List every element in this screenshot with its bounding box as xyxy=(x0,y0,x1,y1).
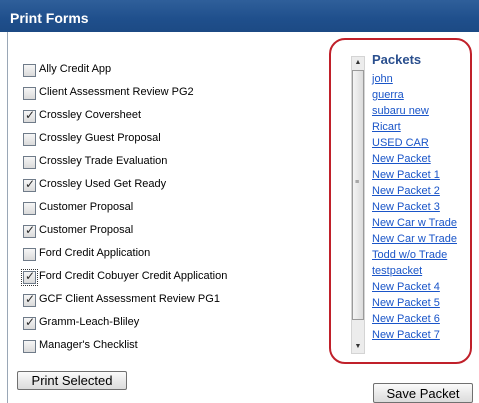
packets-list: john guerra subaru new Ricart USED CAR New Pa… xyxy=(372,69,457,341)
form-label[interactable]: Customer Proposal xyxy=(39,201,133,213)
save-packet-button[interactable]: Save Packet xyxy=(373,383,473,403)
packet-list-item: New Packet 4 xyxy=(372,277,457,293)
form-label[interactable]: Customer Proposal xyxy=(39,224,133,236)
form-checkbox[interactable]: ✓ xyxy=(21,269,38,286)
print-selected-button[interactable]: Print Selected xyxy=(17,371,127,390)
packet-link[interactable]: guerra xyxy=(372,89,404,101)
form-checkbox[interactable]: ✓ xyxy=(23,177,36,192)
packet-link[interactable]: New Packet 2 xyxy=(372,185,440,197)
packet-list-item: New Packet xyxy=(372,149,457,165)
packet-list-item: New Packet 7 xyxy=(372,325,457,341)
packet-link[interactable]: New Packet 3 xyxy=(372,201,440,213)
form-checkbox[interactable]: ✓ xyxy=(23,202,36,215)
packet-link[interactable]: New Packet 6 xyxy=(372,313,440,325)
packet-link[interactable]: New Packet 7 xyxy=(372,329,440,341)
packet-link[interactable]: john xyxy=(372,73,393,85)
packet-link[interactable]: New Packet 1 xyxy=(372,169,440,181)
checkmark-icon: ✓ xyxy=(25,269,36,283)
scroll-down-arrow-icon[interactable]: ▼ xyxy=(352,341,364,353)
form-label[interactable]: Crossley Used Get Ready xyxy=(39,178,166,190)
form-checkbox[interactable]: ✓ xyxy=(23,292,36,307)
packet-link[interactable]: New Packet 5 xyxy=(372,297,440,309)
form-label[interactable]: Ford Credit Cobuyer Credit Application xyxy=(39,270,227,282)
form-checkbox[interactable]: ✓ xyxy=(23,156,36,169)
packet-list-item: Todd w/o Trade xyxy=(372,245,457,261)
form-checkbox[interactable]: ✓ xyxy=(23,248,36,261)
packet-list-item: Ricart xyxy=(372,117,457,133)
form-label[interactable]: Ford Credit Application xyxy=(39,247,150,259)
packets-scrollbar[interactable]: ▲ ≡ ▼ xyxy=(351,56,365,354)
checkmark-icon: ✓ xyxy=(25,108,36,122)
packet-link[interactable]: New Packet xyxy=(372,153,431,165)
packet-list-item: New Car w Trade xyxy=(372,213,457,229)
form-checkbox[interactable]: ✓ xyxy=(23,315,36,330)
packet-list-item: New Packet 5 xyxy=(372,293,457,309)
packet-list-item: New Packet 2 xyxy=(372,181,457,197)
packet-list-item: guerra xyxy=(372,85,457,101)
window-title: Print Forms xyxy=(10,10,89,26)
grip-icon: ≡ xyxy=(355,179,360,186)
form-checkbox[interactable]: ✓ xyxy=(23,87,36,100)
packets-heading: Packets xyxy=(372,52,422,67)
form-checkbox[interactable]: ✓ xyxy=(23,108,36,123)
checkmark-icon: ✓ xyxy=(25,292,36,306)
packet-link[interactable]: New Car w Trade xyxy=(372,217,457,229)
form-label[interactable]: Ally Credit App xyxy=(39,63,111,75)
packet-link[interactable]: USED CAR xyxy=(372,137,429,149)
scroll-up-arrow-icon[interactable]: ▲ xyxy=(352,57,364,69)
packet-list-item: USED CAR xyxy=(372,133,457,149)
form-label[interactable]: Gramm-Leach-Bliley xyxy=(39,316,139,328)
packet-link[interactable]: New Car w Trade xyxy=(372,233,457,245)
packet-link[interactable]: testpacket xyxy=(372,265,422,277)
packet-list-item: New Car w Trade xyxy=(372,229,457,245)
form-checkbox[interactable]: ✓ xyxy=(23,64,36,77)
packet-link[interactable]: New Packet 4 xyxy=(372,281,440,293)
packet-link[interactable]: Ricart xyxy=(372,121,401,133)
packet-list-item: New Packet 3 xyxy=(372,197,457,213)
form-label[interactable]: Manager's Checklist xyxy=(39,339,138,351)
form-checkbox[interactable]: ✓ xyxy=(23,223,36,238)
window-title-bar: Print Forms xyxy=(0,0,479,32)
packet-list-item: subaru new xyxy=(372,101,457,117)
form-label[interactable]: Client Assessment Review PG2 xyxy=(39,86,194,98)
form-label[interactable]: GCF Client Assessment Review PG1 xyxy=(39,293,220,305)
form-label[interactable]: Crossley Guest Proposal xyxy=(39,132,161,144)
packet-list-item: New Packet 1 xyxy=(372,165,457,181)
packet-link[interactable]: Todd w/o Trade xyxy=(372,249,447,261)
form-checkbox[interactable]: ✓ xyxy=(23,133,36,146)
checkmark-icon: ✓ xyxy=(25,223,36,237)
packet-list-item: New Packet 6 xyxy=(372,309,457,325)
checkmark-icon: ✓ xyxy=(25,177,36,191)
form-checkbox[interactable]: ✓ xyxy=(23,340,36,353)
checkmark-icon: ✓ xyxy=(25,315,36,329)
packet-list-item: testpacket xyxy=(372,261,457,277)
packet-list-item: john xyxy=(372,69,457,85)
form-label[interactable]: Crossley Trade Evaluation xyxy=(39,155,167,167)
packet-link[interactable]: subaru new xyxy=(372,105,429,117)
scrollbar-thumb[interactable]: ≡ xyxy=(352,70,364,320)
form-label[interactable]: Crossley Coversheet xyxy=(39,109,141,121)
